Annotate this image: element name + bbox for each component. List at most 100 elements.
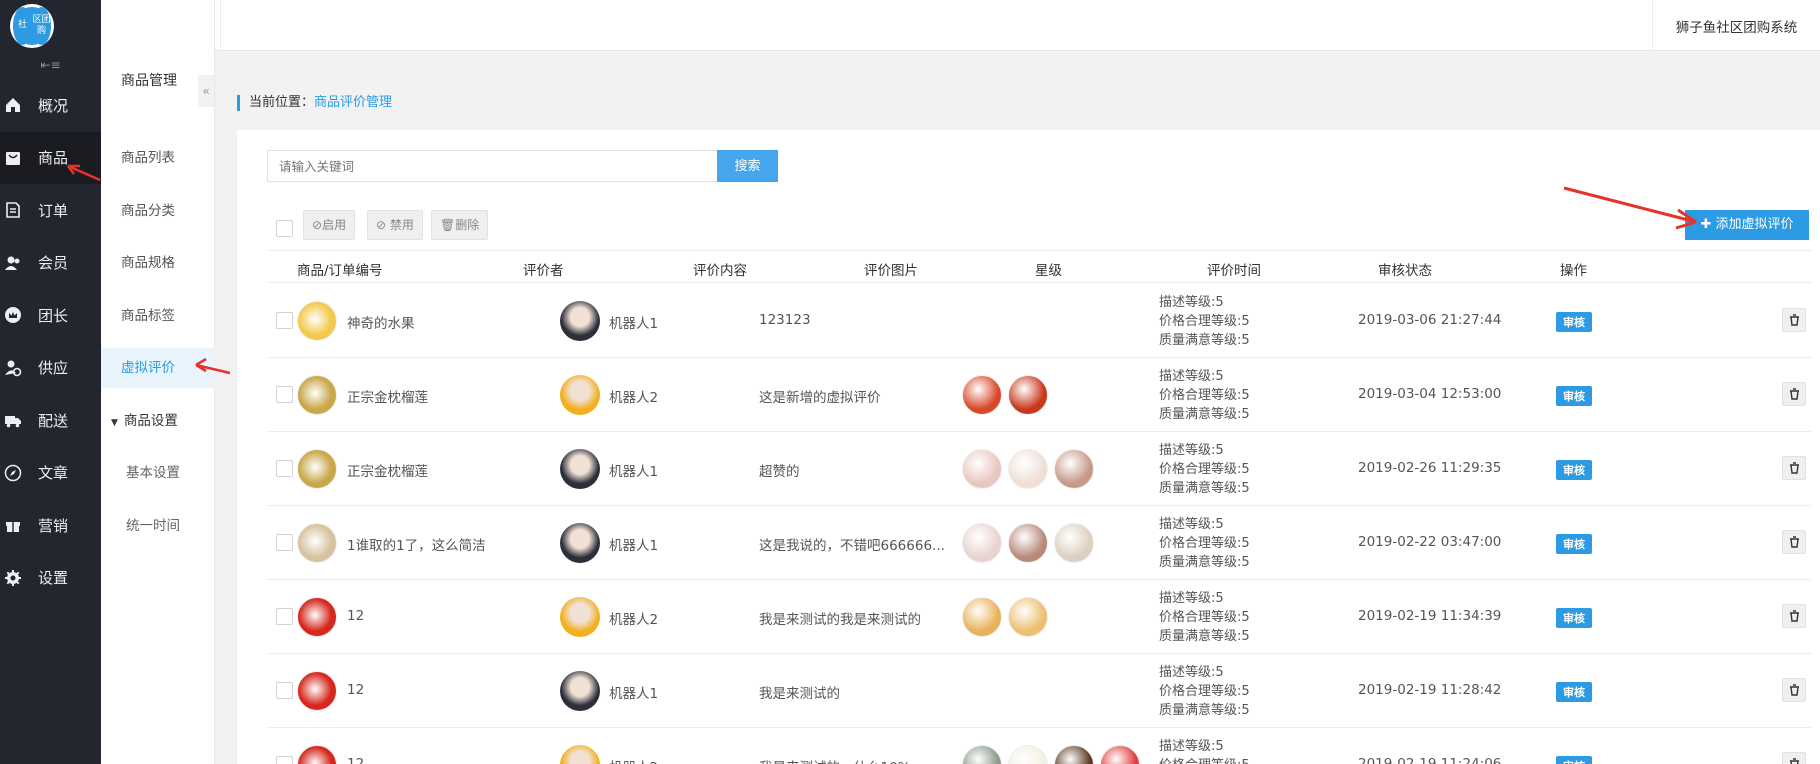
star-ratings: 描述等级:5价格合理等级:5质量满意等级:5 — [1159, 591, 1250, 644]
review-image[interactable] — [1008, 523, 1048, 563]
delete-row-button[interactable] — [1782, 308, 1806, 332]
table-row: 神奇的水果 机器人1 123123 描述等级:5 价格合理等级:5 质量满意等级:5… — [267, 284, 1812, 358]
review-image[interactable] — [962, 523, 1002, 563]
nav-item-label: 配送 — [38, 411, 69, 430]
review-image[interactable] — [962, 375, 1002, 415]
row-checkbox[interactable] — [276, 386, 293, 403]
status-badge[interactable]: 审核 — [1556, 534, 1592, 554]
status-badge[interactable]: 审核 — [1556, 386, 1592, 406]
status-badge[interactable]: 审核 — [1556, 682, 1592, 702]
review-images — [962, 745, 1140, 764]
review-image[interactable] — [1008, 449, 1048, 489]
col-product: 商品/订单编号 — [297, 263, 383, 279]
row-checkbox[interactable] — [276, 682, 293, 699]
review-image[interactable] — [1054, 745, 1094, 764]
review-image[interactable] — [1054, 449, 1094, 489]
row-checkbox[interactable] — [276, 756, 293, 764]
product-name[interactable]: 正宗金枕榴莲 — [347, 386, 428, 406]
nav-item-crown[interactable]: 团长 — [0, 289, 101, 342]
delete-row-button[interactable] — [1782, 678, 1806, 702]
main-nav: 社区团购 ⇤≡ 概况 商品 订单 会员 团长 供应 配送 文章 营销 设置 — [0, 0, 101, 764]
breadcrumb-current[interactable]: 商品评价管理 — [314, 95, 392, 110]
star-ratings: 描述等级:5价格合理等级:5质量满意等级:5 — [1159, 665, 1250, 718]
subnav-item[interactable]: 商品规格 — [101, 243, 215, 283]
status-badge[interactable]: 审核 — [1556, 756, 1592, 764]
subnav-item[interactable]: 商品标签 — [101, 296, 215, 336]
subnav-item[interactable]: 商品列表 — [101, 138, 215, 178]
review-image[interactable] — [962, 597, 1002, 637]
avatar — [560, 671, 600, 711]
table-row: 12 机器人1 我是来测试的 描述等级:5 价格合理等级:5 质量满意等级:5 20… — [267, 654, 1812, 728]
collapse-nav-icon[interactable]: ⇤≡ — [0, 51, 101, 79]
star-ratings: 描述等级:5价格合理等级:5质量满意等级:5 — [1159, 369, 1250, 422]
nav-item-doc[interactable]: 订单 — [0, 184, 101, 237]
logo-text: 社区团购 — [13, 6, 51, 45]
delete-row-button[interactable] — [1782, 530, 1806, 554]
reviewer-name: 机器人2 — [609, 390, 659, 406]
delete-row-button[interactable] — [1782, 382, 1806, 406]
review-image[interactable] — [962, 745, 1002, 764]
delete-button[interactable]: 🗑删除 — [431, 210, 489, 240]
review-image[interactable] — [1008, 597, 1048, 637]
disable-button[interactable]: ⊘ 禁用 — [367, 210, 423, 240]
delete-row-button[interactable] — [1782, 456, 1806, 480]
enable-button[interactable]: ⊘启用 — [303, 210, 356, 240]
trash-icon — [1789, 758, 1799, 764]
product-name[interactable]: 正宗金枕榴莲 — [347, 460, 428, 480]
search-button[interactable]: 搜索 — [717, 150, 778, 182]
row-checkbox[interactable] — [276, 460, 293, 477]
nav-item-users[interactable]: 会员 — [0, 237, 101, 290]
nav-item-compass[interactable]: 文章 — [0, 447, 101, 500]
review-content: 我是来测试的，什么10% — [759, 756, 949, 764]
review-image[interactable] — [1008, 375, 1048, 415]
row-checkbox[interactable] — [276, 312, 293, 329]
product-name[interactable]: 12 — [347, 608, 364, 624]
nav-item-supplier[interactable]: 供应 — [0, 342, 101, 395]
delete-row-button[interactable] — [1782, 604, 1806, 628]
product-name[interactable]: 12 — [347, 756, 364, 764]
col-time: 评价时间 — [1207, 263, 1261, 279]
nav-item-label: 概况 — [38, 96, 69, 115]
status-badge[interactable]: 审核 — [1556, 608, 1592, 628]
subnav-group[interactable]: ▼ 商品设置 — [101, 401, 215, 441]
nav-item-home[interactable]: 概况 — [0, 79, 101, 132]
col-stars: 星级 — [1035, 263, 1062, 279]
truck-icon — [4, 411, 22, 429]
status-badge[interactable]: 审核 — [1556, 312, 1592, 332]
product-name[interactable]: 12 — [347, 682, 364, 698]
annotation-arrow — [67, 164, 101, 182]
subnav-child-item[interactable]: 基本设置 — [101, 453, 215, 493]
nav-item-truck[interactable]: 配送 — [0, 394, 101, 447]
product-image — [297, 449, 337, 489]
avatar — [560, 597, 600, 637]
search-input[interactable] — [267, 150, 725, 182]
review-image[interactable] — [1100, 745, 1140, 764]
product-name[interactable]: 1谁取的1了，这么简洁 — [347, 534, 486, 554]
logo[interactable]: 社区团购 — [0, 0, 101, 51]
nav-item-gift[interactable]: 营销 — [0, 499, 101, 552]
review-time: 2019-02-26 11:29:35 — [1358, 460, 1502, 476]
delete-row-button[interactable] — [1782, 752, 1806, 764]
subnav-child-item[interactable]: 统一时间 — [101, 506, 215, 546]
fold-subnav-button[interactable]: « — [198, 75, 214, 107]
review-image[interactable] — [1054, 523, 1094, 563]
add-virtual-review-button[interactable]: ✚ 添加虚拟评价 — [1685, 210, 1809, 240]
check-circle-icon: ⊘ — [312, 218, 323, 232]
select-all-checkbox[interactable] — [276, 220, 293, 237]
star-ratings: 描述等级:5价格合理等级:5质量满意等级:5 — [1159, 739, 1250, 764]
star-ratings: 描述等级:5价格合理等级:5质量满意等级:5 — [1159, 295, 1250, 348]
gear-icon — [4, 569, 22, 587]
nav-item-label: 供应 — [38, 359, 69, 378]
row-checkbox[interactable] — [276, 534, 293, 551]
row-checkbox[interactable] — [276, 608, 293, 625]
nav-item-gear[interactable]: 设置 — [0, 552, 101, 605]
table-row: 正宗金枕榴莲 机器人1 超赞的 描述等级:5 价格合理等级:5 质量满意等级:5 2… — [267, 432, 1812, 506]
product-image — [297, 597, 337, 637]
status-badge[interactable]: 审核 — [1556, 460, 1592, 480]
product-name[interactable]: 神奇的水果 — [347, 312, 415, 332]
reviewer-name: 机器人2 — [609, 612, 659, 628]
subnav-item[interactable]: 商品分类 — [101, 191, 215, 231]
review-image[interactable] — [962, 449, 1002, 489]
review-image[interactable] — [1008, 745, 1048, 764]
reviewer-name: 机器人1 — [609, 464, 659, 480]
